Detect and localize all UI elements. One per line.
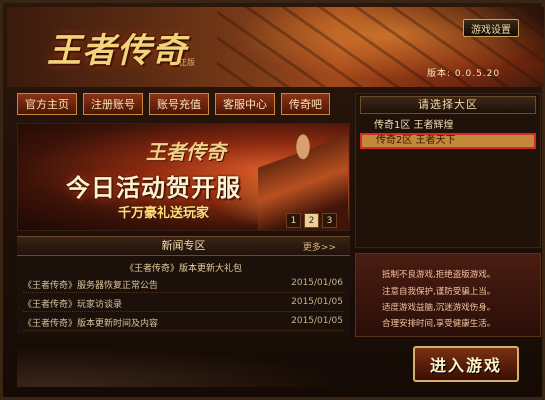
news-item[interactable]: 《王者传奇》玩家访谈录 2015/01/05	[23, 297, 343, 312]
news-item[interactable]: 《王者传奇》版本更新时间及内容 2015/01/05	[23, 316, 343, 331]
server-select-panel: 请选择大区 传奇1区 王者辉煌 传奇2区 王者天下	[355, 93, 541, 248]
nav-forum[interactable]: 传奇吧	[281, 93, 330, 115]
nav-official-site[interactable]: 官方主页	[17, 93, 77, 115]
news-item-title: 《王者传奇》版本更新时间及内容	[23, 319, 159, 329]
version-label: 版本: 0.0.5.20	[427, 69, 501, 79]
server-item-2[interactable]: 传奇2区 王者天下	[360, 133, 536, 149]
nav-support[interactable]: 客服中心	[215, 93, 275, 115]
banner-headline: 今日活动贺开服	[66, 174, 241, 202]
logo-subtitle: 正版	[179, 58, 195, 67]
banner-page-1[interactable]: 1	[286, 213, 301, 228]
news-item-title: 《王者传奇》玩家访谈录	[23, 300, 123, 310]
notice-line: 适度游戏益脑,沉迷游戏伤身。	[382, 303, 496, 313]
nav-register[interactable]: 注册账号	[83, 93, 143, 115]
server-item-1[interactable]: 传奇1区 王者辉煌	[360, 119, 536, 133]
banner-logo: 王者传奇	[146, 140, 226, 164]
banner-page-3[interactable]: 3	[322, 213, 337, 228]
bottom-ornament	[17, 339, 397, 387]
banner-pager: 1 2 3	[286, 213, 337, 228]
news-more-link[interactable]: 更多>>	[303, 240, 336, 253]
health-notice: 抵制不良游戏,拒绝盗版游戏。 注意自我保护,谨防受骗上当。 适度游戏益脑,沉迷游…	[355, 253, 541, 337]
notice-line: 抵制不良游戏,拒绝盗版游戏。	[382, 270, 496, 280]
notice-line: 合理安排时间,享受健康生活。	[382, 319, 496, 329]
launcher-window: 王者传奇 正版 游戏设置 版本: 0.0.5.20 官方主页 注册账号 账号充值…	[0, 0, 545, 400]
game-settings-button[interactable]: 游戏设置	[463, 19, 519, 37]
news-title: 新闻专区	[161, 239, 206, 252]
news-list: 《王者传奇》版本更新大礼包 《王者传奇》服务器恢复正常公告 2015/01/06…	[17, 259, 350, 335]
news-featured-link[interactable]: 《王者传奇》版本更新大礼包	[17, 261, 350, 274]
banner-page-2[interactable]: 2	[304, 213, 319, 228]
news-item-date: 2015/01/05	[291, 297, 343, 307]
banner-subtitle: 千万豪礼送玩家	[118, 206, 210, 221]
top-nav: 官方主页 注册账号 账号充值 客服中心 传奇吧	[17, 93, 349, 119]
news-header: 新闻专区 更多>>	[17, 236, 350, 256]
game-logo: 王者传奇	[47, 31, 187, 71]
news-item[interactable]: 《王者传奇》服务器恢复正常公告 2015/01/06	[23, 278, 343, 293]
enter-game-button[interactable]: 进入游戏	[413, 346, 519, 382]
header-banner: 王者传奇 正版 游戏设置 版本: 0.0.5.20	[7, 7, 544, 87]
server-panel-title: 请选择大区	[360, 96, 536, 114]
notice-line: 注意自我保护,谨防受骗上当。	[382, 287, 496, 297]
nav-recharge[interactable]: 账号充值	[149, 93, 209, 115]
news-item-date: 2015/01/06	[291, 278, 343, 288]
news-item-date: 2015/01/05	[291, 316, 343, 326]
news-item-title: 《王者传奇》服务器恢复正常公告	[23, 281, 159, 291]
